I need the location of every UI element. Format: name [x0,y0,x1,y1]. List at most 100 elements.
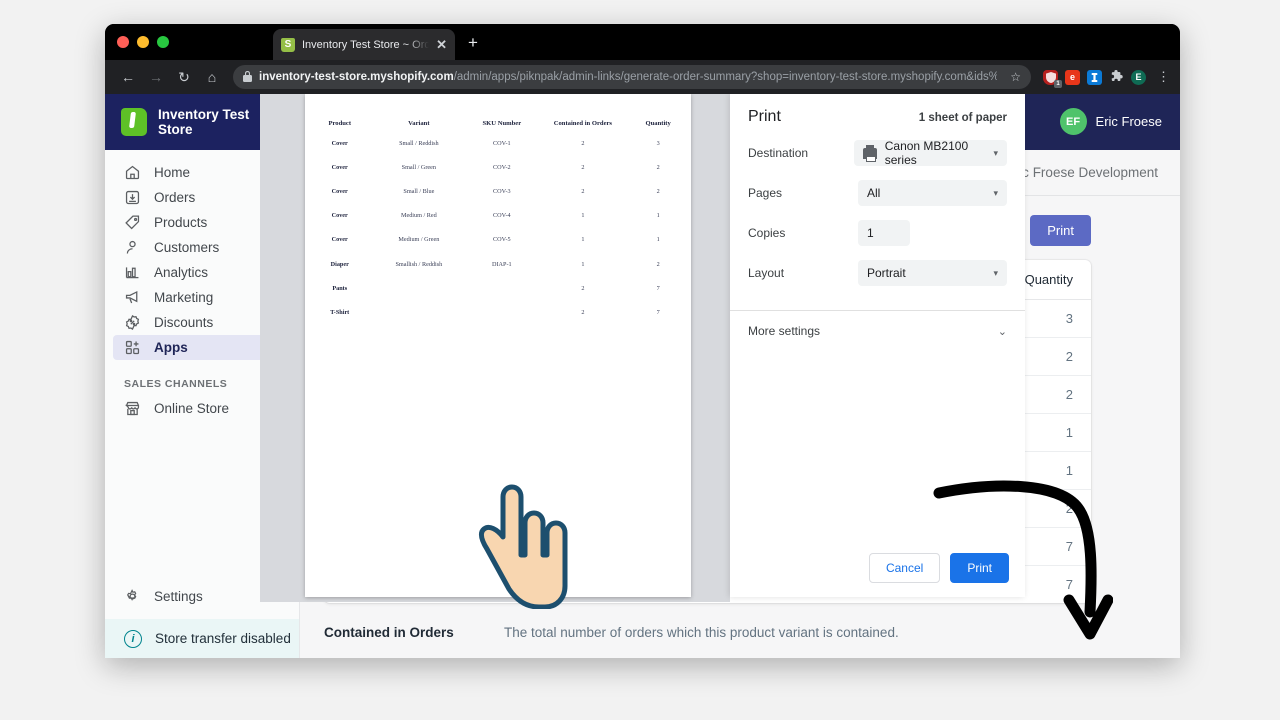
print-cell-quantity: 1 [625,228,691,252]
copies-label: Copies [748,226,858,240]
print-cell-sku: COV-2 [463,155,540,179]
minimize-window-button[interactable] [137,36,149,48]
print-confirm-button[interactable]: Print [950,553,1009,583]
window-traffic-lights [117,36,169,48]
print-cell-quantity: 7 [625,276,691,300]
info-icon: i [124,630,142,648]
print-cell-sku: COV-1 [463,131,540,155]
sidebar-item-label: Orders [154,190,195,205]
sidebar-item-label: Products [154,215,207,230]
copies-input[interactable]: 1 [858,220,910,246]
user-name-label: Eric Froese [1096,114,1162,129]
print-preview-table: ProductVariantSKU NumberContained in Ord… [305,116,691,325]
copies-value: 1 [867,226,874,240]
print-table-row: DiaperSmallish / ReddishDIAP-112 [305,252,691,276]
evernote-icon[interactable]: e [1065,70,1080,85]
print-cell-quantity: 2 [625,252,691,276]
footnote-text: The total number of orders which this pr… [504,625,899,640]
chrome-print-overlay: ProductVariantSKU NumberContained in Ord… [105,94,1180,658]
print-cell-sku: COV-3 [463,179,540,203]
sidebar-item-label: Customers [154,240,219,255]
print-cell-quantity: 2 [625,179,691,203]
print-table-row: CoverMedium / RedCOV-411 [305,204,691,228]
print-cell-product: Cover [305,131,374,155]
print-column-header: Product [305,116,374,131]
storefront-icon [124,400,141,417]
onepassword-icon[interactable] [1087,70,1102,85]
sidebar-item-label: Apps [154,340,188,355]
apps-grid-icon [124,339,141,356]
pages-value: All [867,186,880,200]
page-viewport: Inventory Test Store ▾ EF Eric Froese Er… [105,94,1180,658]
home-button[interactable]: ⌂ [199,64,225,90]
close-window-button[interactable] [117,36,129,48]
new-tab-button[interactable]: + [463,34,483,54]
print-cell-contained: 2 [540,300,625,324]
print-cell-product: Diaper [305,252,374,276]
print-dialog-actions: Cancel Print [869,553,1009,583]
store-transfer-banner[interactable]: i Store transfer disabled [105,619,299,658]
sidebar-item-label: Discounts [154,315,213,330]
sidebar-item-label: Online Store [154,401,229,416]
print-preview-page: ProductVariantSKU NumberContained in Ord… [305,94,691,597]
tag-icon [124,214,141,231]
destination-select[interactable]: Canon MB2100 series ▾ [854,140,1007,166]
print-cell-product: T-Shirt [305,300,374,324]
bar-chart-icon [124,264,141,281]
avatar: EF [1060,108,1087,135]
maximize-window-button[interactable] [157,36,169,48]
user-menu[interactable]: EF Eric Froese [1060,108,1162,135]
print-cell-contained: 1 [540,252,625,276]
print-cell-sku: COV-5 [463,228,540,252]
print-cell-sku: DIAP-1 [463,252,540,276]
development-banner-label: Eric Froese Development [1006,165,1158,180]
address-bar-path: /admin/apps/piknpak/admin-links/generate… [454,71,998,83]
browser-tab-title: Inventory Test Store ~ Orders - [302,39,429,51]
copies-row: Copies 1 [730,220,1025,246]
sidebar-item-label-settings: Settings [154,589,203,604]
extensions-puzzle-icon[interactable] [1109,70,1124,85]
forward-button[interactable]: → [143,64,169,90]
print-cell-contained: 2 [540,179,625,203]
pages-row: Pages All ▾ [730,180,1025,206]
sidebar-item-label: Analytics [154,265,208,280]
print-cell-variant: Small / Green [374,155,463,179]
address-bar[interactable]: inventory-test-store.myshopify.com/admin… [233,65,1031,89]
close-tab-icon[interactable]: ✕ [436,38,447,51]
adblock-shield-icon[interactable]: 1 [1043,70,1058,85]
browser-tab[interactable]: Inventory Test Store ~ Orders - ✕ [273,29,455,60]
megaphone-icon [124,289,141,306]
layout-select[interactable]: Portrait ▾ [858,260,1007,286]
page-print-button[interactable]: Print [1030,215,1091,246]
browser-window: Inventory Test Store ~ Orders - ✕ + ← → … [105,24,1180,658]
more-settings-toggle[interactable]: More settings ⌄ [730,311,1025,351]
home-icon [124,164,141,181]
destination-row: Destination Canon MB2100 series ▾ [730,140,1025,166]
cancel-button[interactable]: Cancel [869,553,940,583]
pages-select[interactable]: All ▾ [858,180,1007,206]
gear-icon [124,588,141,605]
reload-button[interactable]: ↻ [171,64,197,90]
print-cell-product: Cover [305,155,374,179]
print-dialog-header: Print 1 sheet of paper [730,94,1025,126]
print-cell-quantity: 2 [625,155,691,179]
bookmark-star-icon[interactable]: ☆ [1010,70,1021,84]
profile-avatar-icon[interactable]: E [1131,70,1146,85]
back-button[interactable]: ← [115,64,141,90]
destination-value: Canon MB2100 series [885,139,998,167]
print-cell-quantity: 3 [625,131,691,155]
print-dialog: Print 1 sheet of paper Destination Canon… [730,94,1025,597]
chevron-down-icon: ⌄ [998,325,1007,338]
print-table-row: CoverSmall / GreenCOV-222 [305,155,691,179]
browser-menu-icon[interactable]: ⋮ [1157,69,1170,85]
address-bar-domain: inventory-test-store.myshopify.com [259,71,454,83]
print-cell-sku [463,300,540,324]
adblock-badge-count: 1 [1054,80,1062,88]
print-preview-header-row: ProductVariantSKU NumberContained in Ord… [305,116,691,131]
print-cell-variant [374,300,463,324]
address-bar-url: inventory-test-store.myshopify.com/admin… [259,71,997,83]
discount-icon [124,314,141,331]
lock-icon [243,71,252,84]
print-cell-quantity: 1 [625,204,691,228]
print-column-header: Variant [374,116,463,131]
